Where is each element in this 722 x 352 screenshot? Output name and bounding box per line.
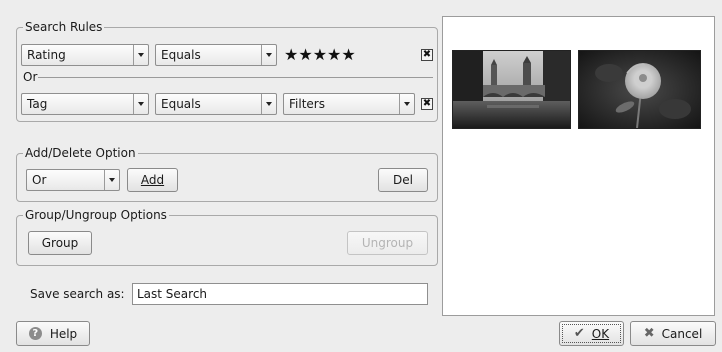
add-button[interactable]: Add	[127, 168, 178, 192]
remove-rule1-icon[interactable]: ✖	[421, 49, 433, 61]
ungroup-button-label: Ungroup	[361, 236, 414, 250]
chevron-down-icon	[261, 94, 276, 114]
castle-bridge-thumbnail[interactable]	[452, 50, 571, 129]
group-button-label: Group	[41, 236, 79, 250]
remove-rule2-icon[interactable]: ✖	[421, 98, 433, 110]
preview-panel	[442, 16, 715, 316]
ok-button-label: OK	[591, 326, 610, 341]
cancel-button[interactable]: ✖ Cancel	[630, 321, 716, 346]
save-search-value: Last Search	[137, 287, 208, 301]
castle-bridge-image	[453, 51, 570, 128]
rule1-field-value: Rating	[27, 48, 66, 62]
ok-button[interactable]: ✔ OK	[559, 321, 624, 346]
rule2-value-select[interactable]: Filters	[283, 93, 415, 115]
rule1-operator-value: Equals	[161, 48, 201, 62]
help-button-label: Help	[49, 326, 78, 341]
help-icon: ?	[28, 327, 42, 340]
rose-thumbnail[interactable]	[578, 50, 701, 129]
rating-stars[interactable]: ★★★★★	[284, 47, 356, 63]
cancel-icon: ✖	[643, 326, 655, 341]
chevron-down-icon	[133, 45, 148, 65]
connector-divider	[38, 77, 433, 78]
del-button[interactable]: Del	[378, 168, 428, 192]
chevron-down-icon	[104, 170, 119, 190]
checkmark-icon: ✔	[573, 326, 585, 341]
chevron-down-icon	[261, 45, 276, 65]
rule2-operator-select[interactable]: Equals	[155, 93, 277, 115]
save-search-input[interactable]: Last Search	[132, 283, 428, 305]
add-delete-legend: Add/Delete Option	[25, 146, 136, 160]
rule1-operator-select[interactable]: Equals	[155, 44, 277, 66]
option-value: Or	[32, 173, 47, 187]
help-button[interactable]: ? Help	[16, 321, 90, 346]
rose-image	[579, 51, 700, 128]
rule2-value-value: Filters	[289, 97, 325, 111]
chevron-down-icon	[133, 94, 148, 114]
del-button-label: Del	[393, 173, 413, 187]
save-search-label: Save search as:	[30, 287, 125, 301]
group-button[interactable]: Group	[28, 231, 92, 255]
rule2-field-value: Tag	[27, 97, 48, 111]
rule2-operator-value: Equals	[161, 97, 201, 111]
search-rules-legend: Search Rules	[25, 20, 103, 34]
connector-label: Or	[23, 70, 38, 84]
rule1-field-select[interactable]: Rating	[21, 44, 149, 66]
group-ungroup-legend: Group/Ungroup Options	[25, 208, 167, 222]
ungroup-button[interactable]: Ungroup	[347, 231, 428, 255]
option-select[interactable]: Or	[26, 169, 120, 191]
rule2-field-select[interactable]: Tag	[21, 93, 149, 115]
chevron-down-icon	[399, 94, 414, 114]
cancel-button-label: Cancel	[661, 326, 703, 341]
add-button-label: Add	[140, 173, 165, 187]
